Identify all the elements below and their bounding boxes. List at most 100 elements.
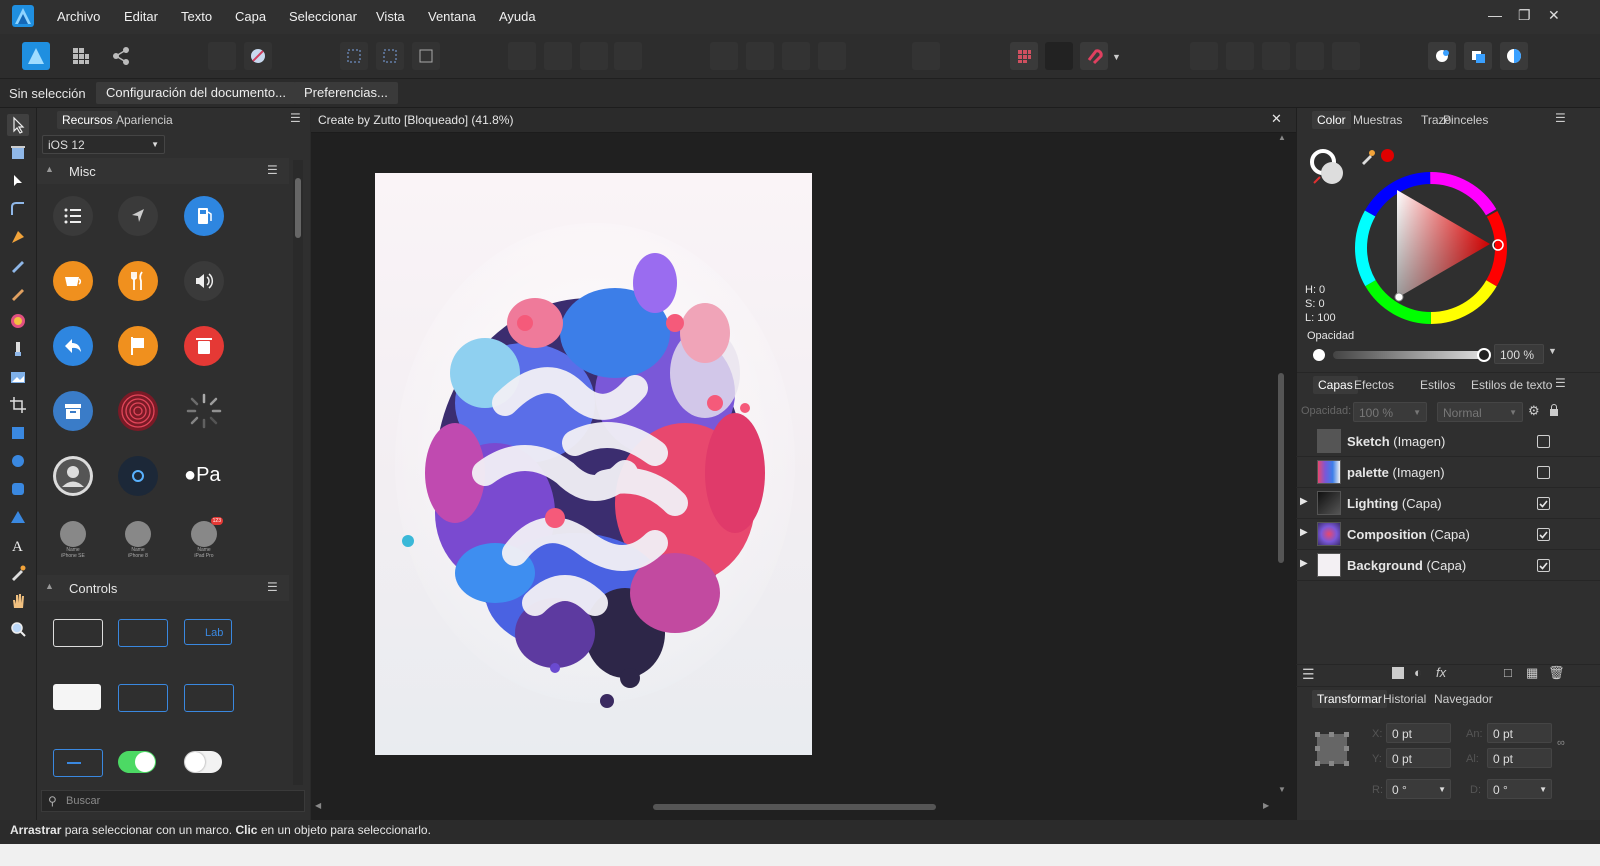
mask-layer-icon[interactable] xyxy=(1392,667,1404,679)
scroll-down-icon[interactable]: ▼ xyxy=(1278,785,1286,794)
misc-section-header[interactable]: ▲ Misc ☰ xyxy=(37,158,289,184)
lock-icon[interactable] xyxy=(1549,404,1559,417)
volume-asset-icon[interactable] xyxy=(184,261,224,301)
opacity-value-field[interactable]: 100 % xyxy=(1494,344,1544,364)
x-input[interactable]: 0 pt xyxy=(1386,723,1451,743)
align-icon[interactable] xyxy=(912,42,940,70)
restore-icon[interactable]: ❐ xyxy=(1518,7,1531,24)
rotate-right-icon[interactable] xyxy=(818,42,846,70)
tab-transformar[interactable]: Transformar xyxy=(1312,690,1387,708)
view-hand-tool-icon[interactable] xyxy=(7,590,29,612)
snapping-options-icon[interactable] xyxy=(1045,42,1073,70)
boolean-subtract-icon[interactable] xyxy=(1226,42,1254,70)
flip-horizontal-icon[interactable] xyxy=(710,42,738,70)
boolean-intersect-icon[interactable] xyxy=(1262,42,1290,70)
delete-layer-icon[interactable]: 🗑 xyxy=(1548,665,1565,681)
tab-capas[interactable]: Capas xyxy=(1313,376,1358,394)
tab-historial[interactable]: Historial xyxy=(1383,692,1426,706)
layers-stack-icon[interactable]: ☰ xyxy=(1302,666,1315,683)
panel-menu-icon[interactable]: ☰ xyxy=(1555,111,1566,125)
minimize-icon[interactable]: — xyxy=(1488,7,1502,23)
collapse-icon[interactable]: ▲ xyxy=(45,164,54,174)
menu-seleccionar[interactable]: Seleccionar xyxy=(289,9,357,24)
add-layer-icon[interactable]: □ xyxy=(1504,665,1512,680)
segment-control-alt-asset[interactable] xyxy=(184,684,234,712)
menu-capa[interactable]: Capa xyxy=(235,9,266,24)
controls-section-header[interactable]: ▲ Controls ☰ xyxy=(37,575,289,601)
tab-estilos-texto[interactable]: Estilos de texto xyxy=(1471,378,1552,392)
boolean-add-icon[interactable] xyxy=(1190,42,1218,70)
vertical-scrollbar-thumb[interactable] xyxy=(1278,373,1284,563)
width-input[interactable]: 0 pt xyxy=(1487,723,1552,743)
opacity-slider-knob[interactable] xyxy=(1477,348,1491,362)
color-wheel[interactable] xyxy=(1353,170,1509,326)
gear-icon[interactable]: ⚙ xyxy=(1528,403,1540,419)
assistant-icon[interactable] xyxy=(1428,42,1456,70)
trash-asset-icon[interactable] xyxy=(184,326,224,366)
color-picker-tool-icon[interactable] xyxy=(7,562,29,584)
blend-mode-select[interactable]: Normal ▼ xyxy=(1437,402,1523,422)
corner-tool-icon[interactable] xyxy=(7,198,29,220)
artboard[interactable] xyxy=(375,173,812,755)
tab-pinceles[interactable]: Pinceles xyxy=(1443,113,1488,127)
shear-input[interactable]: 0 ° ▼ xyxy=(1487,779,1552,799)
opacity-dropdown-icon[interactable]: ▼ xyxy=(1548,346,1557,356)
restaurant-asset-icon[interactable] xyxy=(118,261,158,301)
toggle-off-control-asset[interactable] xyxy=(184,751,222,773)
boolean-divide-icon[interactable] xyxy=(1332,42,1360,70)
pen-tool-icon[interactable] xyxy=(7,226,29,248)
height-input[interactable]: 0 pt xyxy=(1487,748,1552,768)
collapse-icon[interactable]: ▲ xyxy=(45,581,54,591)
snapping-grid-icon[interactable] xyxy=(1010,42,1038,70)
layer-row-composition[interactable]: ▶ Composition (Capa) xyxy=(1296,519,1600,550)
insert-inside-icon[interactable] xyxy=(340,42,368,70)
move-forward-icon[interactable] xyxy=(580,42,608,70)
crop-tool-icon[interactable] xyxy=(7,394,29,416)
export-persona-icon[interactable] xyxy=(107,42,135,70)
document-tab[interactable]: Create by Zutto [Bloqueado] (41.8%) ✕ xyxy=(311,108,1296,133)
menu-texto[interactable]: Texto xyxy=(181,9,212,24)
group-layer-icon[interactable]: ▦ xyxy=(1526,665,1538,681)
fx-icon[interactable]: fx xyxy=(1436,665,1446,680)
view-mode-icon[interactable] xyxy=(1500,42,1528,70)
snapping-dropdown-icon[interactable]: ▼ xyxy=(1112,52,1121,62)
move-tool-icon[interactable] xyxy=(7,114,29,136)
arrange-icon[interactable] xyxy=(1464,42,1492,70)
expand-triangle-icon[interactable]: ▶ xyxy=(1300,496,1308,507)
anchor-selector-icon[interactable] xyxy=(1313,730,1351,768)
layer-visibility-checkbox[interactable] xyxy=(1537,435,1550,448)
scroll-up-icon[interactable]: ▲ xyxy=(1278,133,1286,142)
y-input[interactable]: 0 pt xyxy=(1386,748,1451,768)
assets-scrollbar[interactable] xyxy=(293,160,303,785)
apple-pay-asset[interactable]: ●Pa xyxy=(184,464,244,490)
fingerprint-asset-icon[interactable] xyxy=(118,391,158,431)
layer-opacity-field[interactable]: 100 % ▼ xyxy=(1353,402,1427,422)
layer-row-background[interactable]: ▶ Background (Capa) xyxy=(1296,550,1600,581)
transparency-tool-icon[interactable] xyxy=(7,338,29,360)
menu-archivo[interactable]: Archivo xyxy=(57,9,100,24)
flip-vertical-icon[interactable] xyxy=(746,42,774,70)
artistic-text-tool-icon[interactable]: A xyxy=(7,534,29,556)
move-back-icon[interactable] xyxy=(508,42,536,70)
avatar-asset-icon[interactable] xyxy=(53,456,93,496)
blue-text-field-control-asset[interactable] xyxy=(118,619,168,647)
link-proportions-icon[interactable]: ∞ xyxy=(1557,737,1565,749)
tab-efectos[interactable]: Efectos xyxy=(1354,378,1394,392)
layer-visibility-checkbox[interactable] xyxy=(1537,466,1550,479)
move-backward-icon[interactable] xyxy=(544,42,572,70)
horizontal-scrollbar-thumb[interactable] xyxy=(653,804,936,810)
triangle-tool-icon[interactable] xyxy=(7,506,29,528)
rounded-rectangle-tool-icon[interactable] xyxy=(7,478,29,500)
label-control-asset[interactable]: Lab xyxy=(184,619,232,645)
assets-scrollbar-thumb[interactable] xyxy=(295,178,301,238)
segment-control-asset[interactable] xyxy=(118,684,168,712)
artboard-tool-icon[interactable] xyxy=(7,142,29,164)
toggle-on-control-asset[interactable] xyxy=(118,751,156,773)
section-menu-icon[interactable]: ☰ xyxy=(267,163,278,177)
list-asset-icon[interactable] xyxy=(53,196,93,236)
asset-search-input[interactable]: ⚲ Buscar xyxy=(41,790,305,812)
fuel-asset-icon[interactable] xyxy=(184,196,224,236)
close-window-icon[interactable]: ✕ xyxy=(1548,7,1560,24)
move-front-icon[interactable] xyxy=(614,42,642,70)
zoom-tool-icon[interactable] xyxy=(7,618,29,640)
